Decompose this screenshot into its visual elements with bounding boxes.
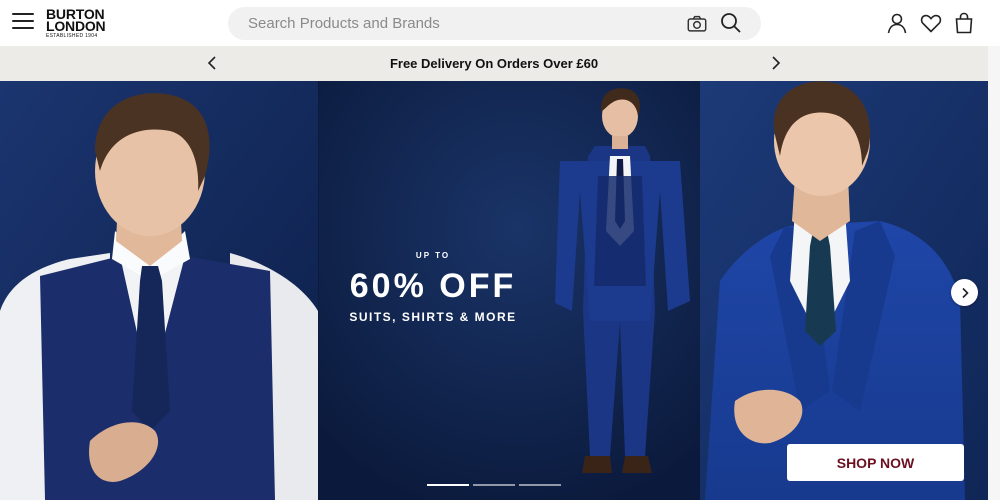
hero-banner[interactable]: UP TO 60% OFF SUITS, SHIRTS & MORE SHOP … — [0, 81, 988, 500]
search-icon[interactable] — [719, 11, 743, 35]
menu-icon[interactable] — [12, 13, 34, 31]
hero-headline: 60% OFF — [349, 267, 517, 305]
logo-tagline: ESTABLISHED 1904 — [46, 33, 98, 39]
hero-subline: SUITS, SHIRTS & MORE — [349, 310, 517, 324]
hero-text: UP TO 60% OFF SUITS, SHIRTS & MORE — [318, 251, 548, 324]
chevron-right-icon[interactable] — [767, 55, 783, 71]
promo-bar: Free Delivery On Orders Over £60 — [0, 46, 988, 81]
page: BURTON LONDON ESTABLISHED 1904 Search Pr… — [0, 0, 1000, 500]
search-input[interactable] — [248, 7, 668, 40]
chevron-right-icon — [961, 287, 969, 298]
carousel-indicator-2[interactable] — [473, 484, 515, 486]
carousel-indicator-1[interactable] — [427, 484, 469, 486]
logo-line-2: LONDON — [46, 18, 106, 34]
carousel-indicator-3[interactable] — [519, 484, 561, 486]
carousel-indicators — [427, 484, 563, 488]
wishlist-icon[interactable] — [919, 11, 943, 35]
promo-text[interactable]: Free Delivery On Orders Over £60 — [390, 56, 598, 71]
hero-eyebrow: UP TO — [415, 251, 451, 260]
search-bar — [228, 7, 761, 40]
scrollbar[interactable] — [988, 46, 1000, 500]
site-header: BURTON LONDON ESTABLISHED 1904 — [0, 0, 1000, 46]
shop-now-button[interactable]: SHOP NOW — [787, 444, 964, 481]
carousel-next-button[interactable] — [951, 279, 978, 306]
camera-icon[interactable] — [686, 13, 708, 35]
chevron-left-icon[interactable] — [205, 55, 221, 71]
bag-icon[interactable] — [952, 11, 976, 35]
account-icon[interactable] — [885, 11, 909, 35]
logo[interactable]: BURTON LONDON ESTABLISHED 1904 — [46, 7, 116, 39]
